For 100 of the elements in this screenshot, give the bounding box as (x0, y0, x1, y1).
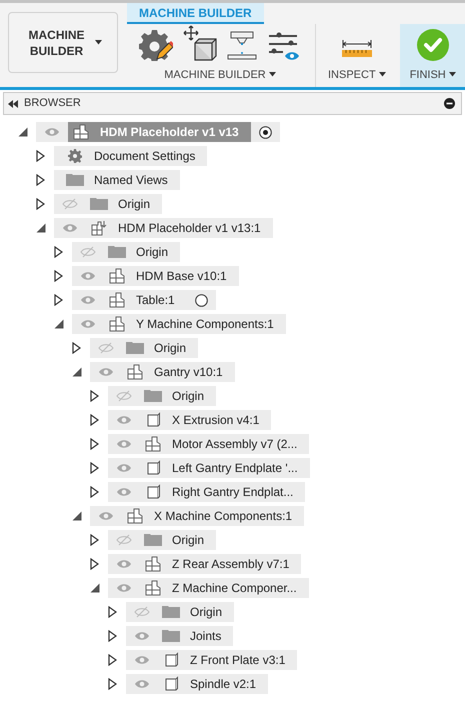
assembly-icon (109, 316, 125, 332)
item-label: Y Machine Components:1 (136, 316, 274, 333)
toolbar-group[interactable]: INSPECT (316, 24, 398, 87)
browser-title: BROWSER (24, 96, 81, 112)
collapsed-triangle-icon[interactable] (54, 294, 63, 306)
item-label: Gantry v10:1 (154, 364, 223, 381)
item-label: Named Views (94, 172, 168, 189)
ruler-icon[interactable] (342, 38, 372, 56)
item-label: Origin (136, 244, 168, 261)
tree-item[interactable]: Left Gantry Endplate '... (108, 458, 310, 478)
assembly-icon (109, 268, 125, 284)
tree-item[interactable]: Named Views (54, 170, 180, 190)
folder-icon (144, 534, 162, 546)
tree-item[interactable]: Table:1 (72, 290, 216, 310)
assembly-icon (109, 292, 125, 308)
assembly-icon (145, 556, 161, 572)
tree-item[interactable]: Origin (72, 242, 180, 262)
item-label: Left Gantry Endplate '... (172, 460, 298, 477)
folder-icon (144, 390, 162, 402)
item-label: Right Gantry Endplat... (172, 484, 294, 501)
tree-item[interactable]: Gantry v10:1 (90, 362, 235, 382)
toolbar-group[interactable]: FINISH (400, 24, 465, 87)
collapsed-triangle-icon[interactable] (36, 150, 45, 162)
collapsed-triangle-icon[interactable] (90, 462, 99, 474)
item-label: X Extrusion v4:1 (172, 412, 260, 429)
caret-icon (268, 72, 276, 78)
item-label: Motor Assembly v7 (2... (172, 436, 298, 453)
collapsed-triangle-icon[interactable] (36, 174, 45, 186)
tree-item[interactable]: Origin (126, 602, 234, 622)
item-label: Origin (172, 388, 204, 405)
tree-item[interactable]: Origin (90, 338, 198, 358)
workspace-button[interactable]: MACHINE BUILDER (8, 12, 118, 73)
tree-item[interactable]: Motor Assembly v7 (2... (108, 434, 310, 454)
move-cube-icon[interactable] (183, 24, 217, 60)
tree-item[interactable]: Document Settings (54, 146, 208, 166)
tree-item[interactable]: Joints (126, 626, 234, 646)
collapsed-triangle-icon[interactable] (108, 606, 117, 618)
tree-item[interactable]: Origin (108, 386, 216, 406)
folder-icon (108, 246, 126, 258)
caret-icon (94, 40, 102, 45)
radio-icon[interactable] (194, 294, 208, 306)
tree-item[interactable]: Right Gantry Endplat... (108, 482, 306, 502)
tree-item[interactable]: HDM Base v10:1 (72, 266, 239, 286)
item-label: Z Machine Componer... (172, 580, 297, 597)
collapsed-triangle-icon[interactable] (90, 534, 99, 546)
collapsed-triangle-icon[interactable] (90, 486, 99, 498)
collapsed-triangle-icon[interactable] (72, 342, 81, 354)
item-label: HDM Base v10:1 (136, 268, 227, 285)
minimize-icon[interactable] (444, 98, 455, 109)
gear-pencil-icon[interactable] (139, 28, 173, 60)
assembly-icon (127, 508, 143, 524)
collapsed-triangle-icon[interactable] (90, 390, 99, 402)
body-icon (145, 484, 161, 500)
tree-item[interactable]: X Extrusion v4:1 (108, 410, 272, 430)
tree-item[interactable]: HDM Placeholder v1 v13:1 (54, 218, 273, 238)
collapsed-triangle-icon[interactable] (90, 438, 99, 450)
tree-item[interactable]: Y Machine Components:1 (72, 314, 286, 334)
collapsed-triangle-icon[interactable] (54, 246, 63, 258)
tree-item[interactable]: Z Front Plate v3:1 (126, 650, 298, 670)
expanded-triangle-icon[interactable] (72, 367, 82, 377)
press-plate-icon[interactable] (227, 30, 257, 60)
item-label: Joints (190, 628, 222, 645)
folder-icon (126, 342, 144, 354)
tree-item[interactable]: Origin (54, 194, 162, 214)
expanded-triangle-icon[interactable] (54, 319, 64, 329)
collapsed-triangle-icon[interactable] (108, 678, 117, 690)
body-icon (163, 676, 179, 692)
collapsed-triangle-icon[interactable] (108, 630, 117, 642)
expanded-triangle-icon[interactable] (36, 223, 46, 233)
item-label: Origin (172, 532, 204, 549)
collapsed-triangle-icon[interactable] (90, 558, 99, 570)
active-radio-icon[interactable] (258, 126, 272, 138)
collapsed-triangle-icon[interactable] (54, 270, 63, 282)
assembly-icon (73, 124, 89, 140)
folder-icon (162, 606, 180, 618)
collapsed-triangle-icon[interactable] (36, 198, 45, 210)
item-label: X Machine Components:1 (154, 508, 292, 525)
item-label: Z Rear Assembly v7:1 (172, 556, 290, 573)
expanded-triangle-icon[interactable] (18, 127, 28, 137)
item-label: HDM Placeholder v1 v13 (100, 124, 239, 141)
caret-icon (448, 72, 456, 78)
tree-item[interactable]: X Machine Components:1 (90, 506, 304, 526)
collapsed-triangle-icon[interactable] (108, 654, 117, 666)
check-circle-icon[interactable] (416, 28, 449, 60)
tree-item[interactable]: Origin (108, 530, 216, 550)
sliders-eye-icon[interactable] (267, 30, 301, 60)
item-label: HDM Placeholder v1 v13:1 (118, 220, 261, 237)
tree-item[interactable]: Z Machine Componer... (108, 578, 309, 598)
item-label: Origin (154, 340, 186, 357)
expanded-triangle-icon[interactable] (72, 511, 82, 521)
collapsed-triangle-icon[interactable] (90, 414, 99, 426)
collapse-icon[interactable] (8, 100, 18, 108)
body-icon (163, 652, 179, 668)
assembly-icon (145, 436, 161, 452)
gear-icon (68, 149, 82, 163)
toolbar-group[interactable]: MACHINE BUILDER (127, 24, 313, 87)
tree-item[interactable]: Z Rear Assembly v7:1 (108, 554, 302, 574)
tree-item[interactable]: Spindle v2:1 (126, 674, 268, 694)
expanded-triangle-icon[interactable] (90, 583, 100, 593)
item-label: Document Settings (94, 148, 196, 165)
